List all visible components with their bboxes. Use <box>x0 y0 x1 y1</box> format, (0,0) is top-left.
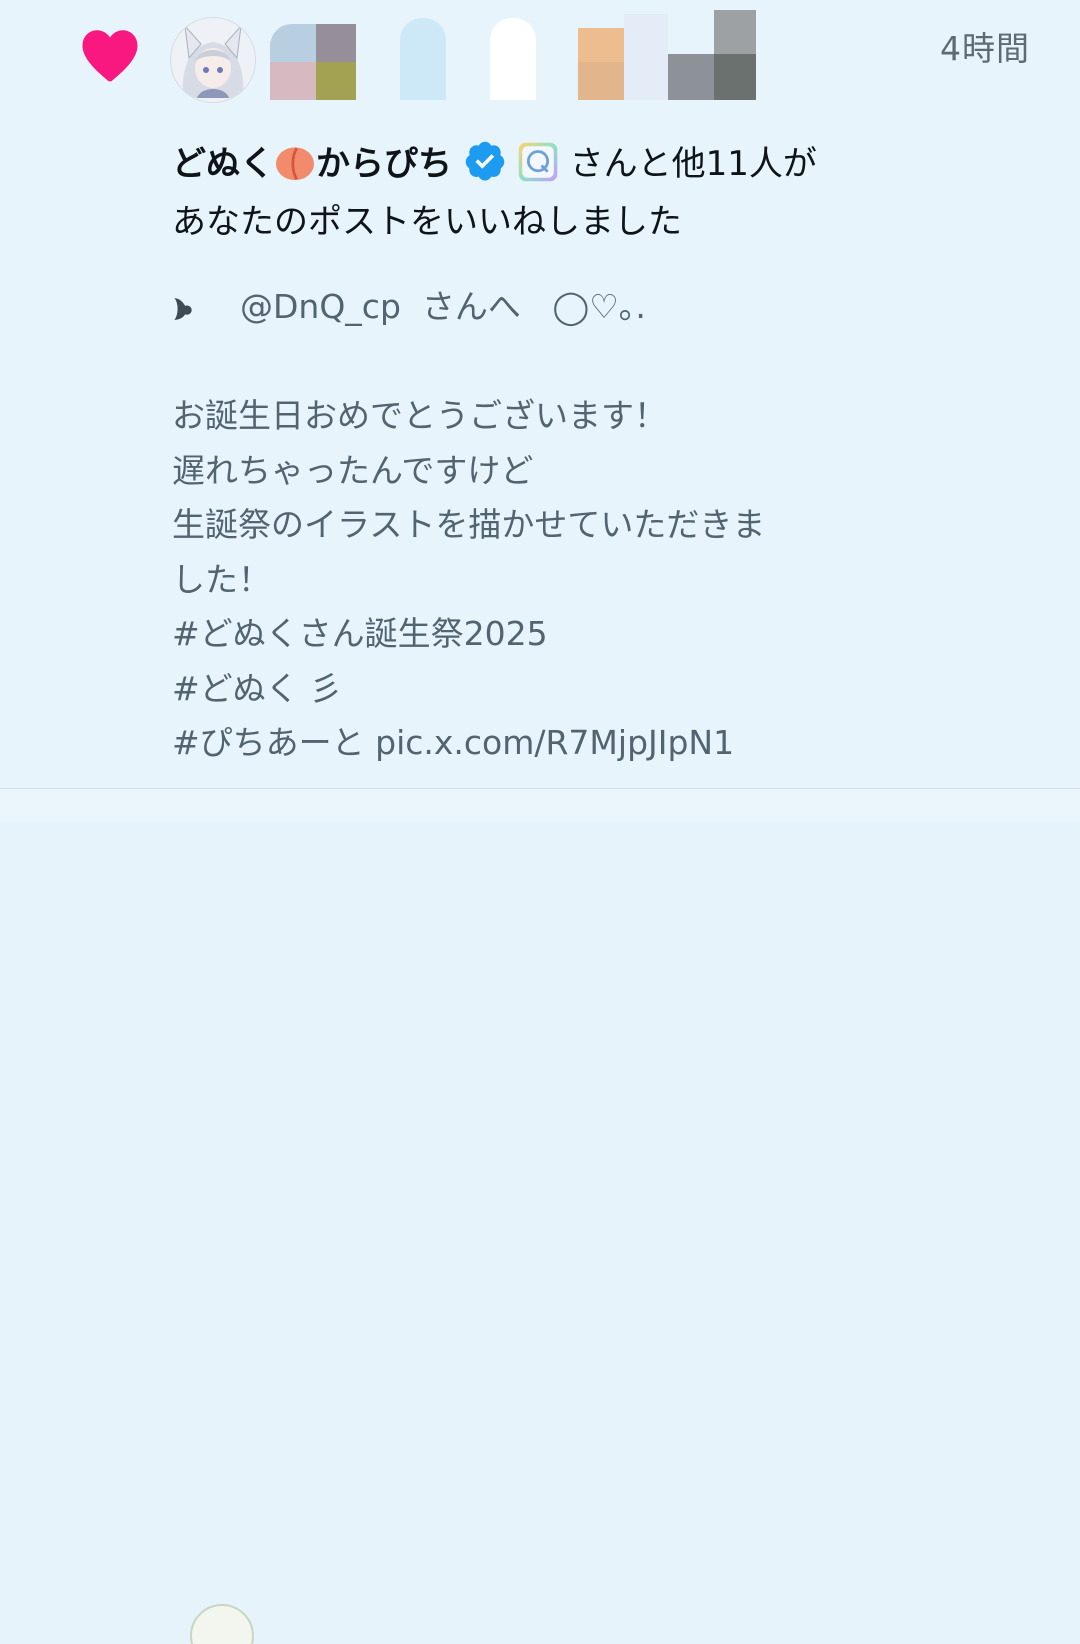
actor-name-part1[interactable]: どぬく <box>172 144 274 184</box>
post-line: お誕生日おめでとうございます！ <box>172 396 667 435</box>
timestamp: 4時間 <box>940 29 1030 68</box>
post-line: 遅れちゃったんですけど <box>172 450 534 490</box>
next-notification[interactable] <box>0 789 1080 1644</box>
peach-emoji-icon <box>276 147 314 181</box>
heart-icon <box>82 30 138 82</box>
avatar-illustration <box>171 18 255 102</box>
actor-name-part2[interactable]: からぴち <box>316 144 452 184</box>
hashtag-line[interactable]: #どぬくさん誕生祭2025 <box>172 607 932 662</box>
liker-avatar-stack[interactable] <box>262 10 762 100</box>
reply-line: @DnQ_cp さんへ ◯♡｡. <box>172 280 932 335</box>
post-line: 生誕祭のイラストを描かせていただきま <box>172 505 766 544</box>
verified-badge-icon <box>465 141 505 181</box>
hashtag-link-line[interactable]: #ぴちあーと pic.x.com/R7MjpJIpN1 <box>172 716 932 771</box>
reply-handle[interactable]: @DnQ_cp <box>240 287 401 326</box>
liker-avatar[interactable] <box>170 17 256 103</box>
liked-post-text[interactable]: @DnQ_cp さんへ ◯♡｡. お誕生日おめでとうございます！ 遅れちゃったん… <box>172 280 932 771</box>
reply-deco: ◯♡｡. <box>552 287 646 326</box>
notification-card[interactable]: 4時間 どぬく からぴち さんと他11人が あなたのポストをいいねしました @D… <box>0 0 1080 790</box>
q-emoji-icon <box>518 142 558 182</box>
post-line: した！ <box>172 559 271 599</box>
action-text: あなたのポストをいいねしました <box>172 202 682 242</box>
next-notification-avatar[interactable] <box>190 1604 254 1644</box>
notification-text[interactable]: どぬく からぴち さんと他11人が あなたのポストをいいねしました <box>172 135 912 251</box>
bullet-heart-icon <box>174 297 192 320</box>
reply-suffix: さんへ <box>421 287 521 326</box>
actor-suffix: さんと他11人が <box>569 144 817 184</box>
hashtag-line[interactable]: #どぬく 彡 <box>172 662 932 717</box>
